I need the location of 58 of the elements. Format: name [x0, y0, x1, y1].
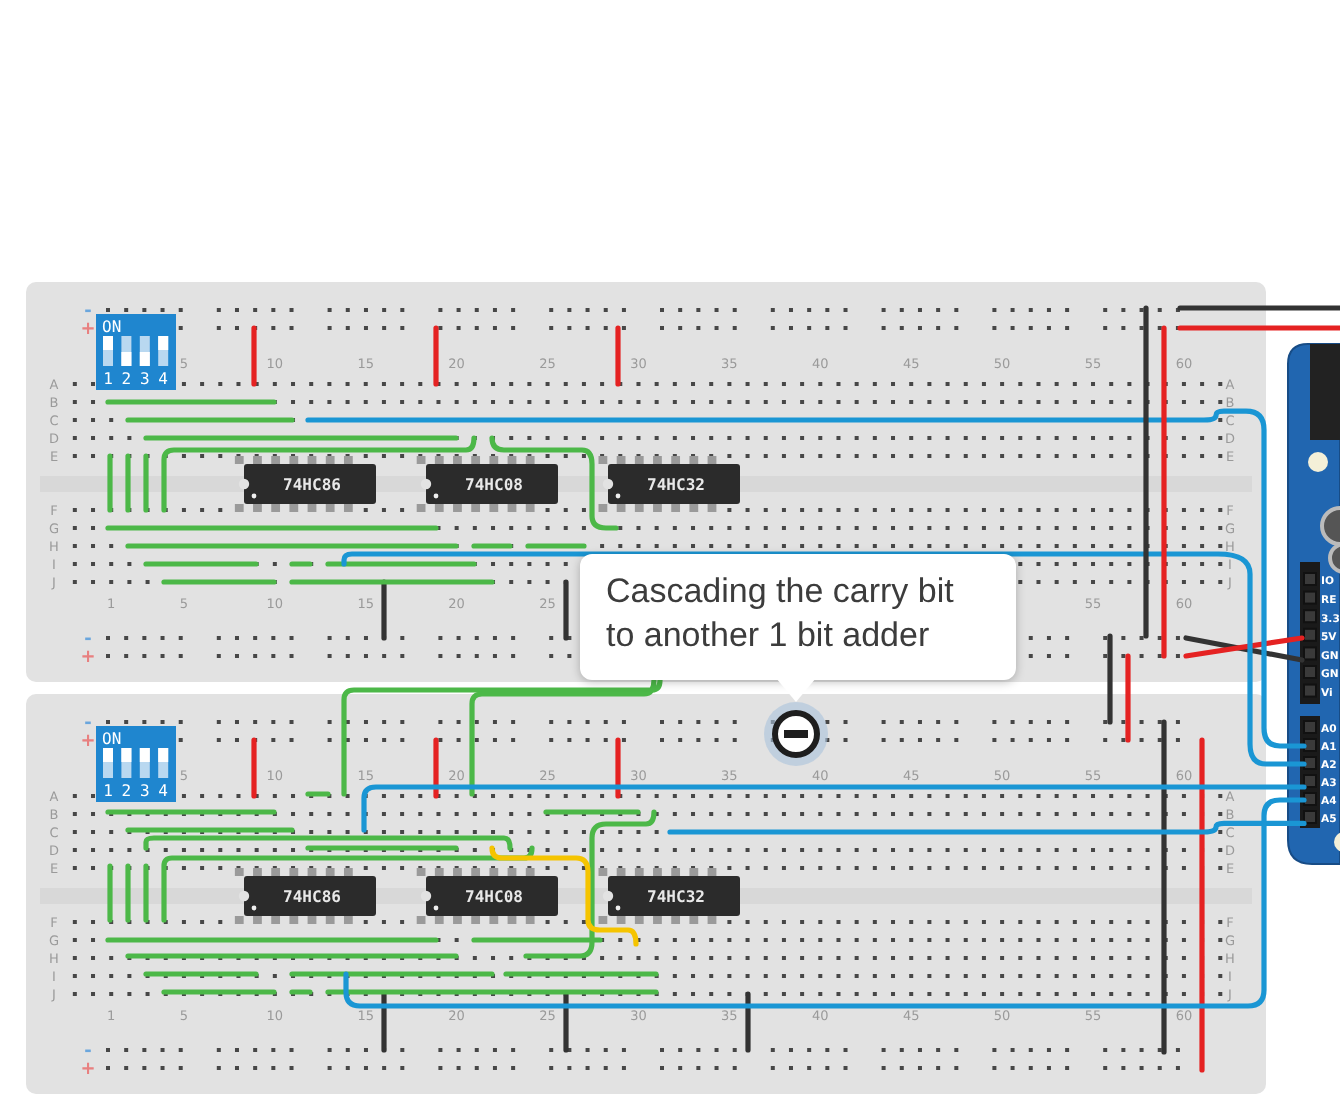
wire	[251, 325, 257, 387]
header-pin	[1303, 572, 1317, 586]
toggle-switch[interactable]	[103, 336, 113, 366]
wire	[143, 863, 149, 923]
toggle-switch[interactable]	[158, 748, 169, 778]
switch-number: 4	[158, 370, 169, 388]
wire	[305, 791, 331, 797]
header-pin	[1303, 665, 1317, 679]
switch-number: 2	[121, 370, 132, 388]
chip-label: 74HC32	[647, 476, 705, 494]
wire	[125, 863, 131, 923]
toggle-switch[interactable]	[139, 748, 150, 778]
wire	[433, 325, 439, 387]
switch-number: 2	[121, 782, 132, 800]
minus-icon	[784, 730, 808, 738]
switch-number: 4	[158, 782, 169, 800]
rail-label: +	[80, 1060, 96, 1080]
dip-label: ON	[102, 730, 122, 748]
wire	[161, 579, 277, 585]
note-text: Cascading the carry bit to another 1 bit adder	[606, 570, 956, 658]
wire	[143, 561, 259, 567]
wire	[615, 325, 621, 387]
chip-label: 74HC08	[465, 476, 523, 494]
chip-label: 74HC08	[465, 888, 523, 906]
crossed-wires	[1183, 635, 1305, 663]
wire	[289, 989, 313, 995]
header-pin	[1303, 590, 1317, 605]
toggle-switch[interactable]	[158, 336, 169, 366]
rail-label: +	[80, 320, 96, 340]
wire	[125, 453, 131, 513]
chip-label: 74HC32	[647, 888, 705, 906]
header-pin	[1303, 683, 1317, 698]
chip-label: 74HC86	[283, 888, 341, 906]
switch-number: 1	[103, 370, 113, 388]
wire	[143, 453, 149, 513]
wire	[107, 453, 113, 513]
wire	[143, 971, 259, 977]
wire	[107, 863, 113, 923]
dip-label: ON	[102, 318, 122, 336]
rail-label: -	[84, 1042, 92, 1062]
toggle-switch[interactable]	[121, 748, 132, 778]
wire	[161, 989, 277, 995]
switch-number: 3	[139, 370, 150, 388]
toggle-switch[interactable]	[139, 336, 150, 366]
chip-label: 74HC86	[283, 476, 341, 494]
rail-label: -	[84, 714, 92, 734]
header-pin	[1303, 627, 1317, 642]
rail-label: -	[84, 302, 92, 322]
rail-label: +	[80, 732, 96, 752]
switch-number: 3	[139, 782, 150, 800]
toggle-switch[interactable]	[103, 748, 113, 778]
rail-label: -	[84, 630, 92, 650]
toggle-switch[interactable]	[121, 336, 132, 366]
rail-label: +	[80, 648, 96, 668]
header-pin	[1303, 609, 1317, 624]
header-pin	[1303, 646, 1317, 661]
wire	[251, 737, 257, 799]
switch-number: 1	[103, 782, 113, 800]
